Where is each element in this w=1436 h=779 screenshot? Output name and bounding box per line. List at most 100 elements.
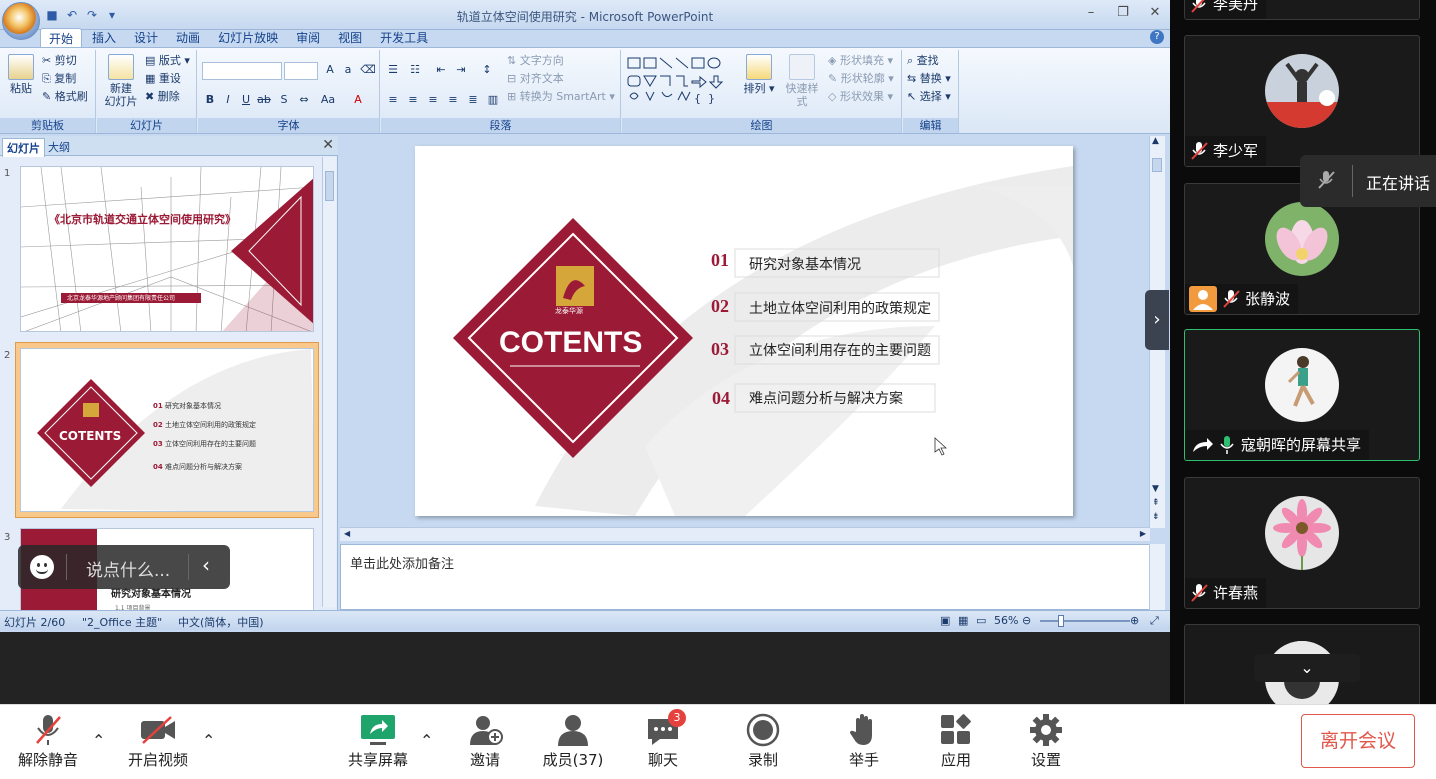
align-right-icon[interactable]: ≡ <box>425 92 441 108</box>
shrink-font-icon[interactable]: a <box>340 62 356 78</box>
tab-home[interactable]: 开始 <box>40 28 83 48</box>
line-spacing-icon[interactable]: ↕ <box>479 62 495 78</box>
tab-slides[interactable]: 幻灯片 <box>2 138 45 157</box>
reset-button[interactable]: ▦ 重设 <box>145 72 181 86</box>
font-color-icon[interactable]: A <box>350 92 366 108</box>
fit-window-icon[interactable]: ⤢ <box>1150 614 1159 628</box>
video-options-caret[interactable]: ⌃ <box>202 731 215 750</box>
align-center-icon[interactable]: ≡ <box>405 92 421 108</box>
slide-heading[interactable]: COTENTS <box>499 326 642 360</box>
panel-scrollbar[interactable] <box>322 157 336 607</box>
copy-button[interactable]: ⎘ 复制 <box>42 72 76 86</box>
restore-button[interactable]: ❐ <box>1114 4 1132 22</box>
raise-hand-button[interactable]: 举手 <box>824 711 904 770</box>
delete-slide-button[interactable]: ✖ 删除 <box>145 90 180 104</box>
clear-format-icon[interactable]: ⌫ <box>360 62 376 78</box>
change-case-icon[interactable]: Aa <box>320 92 336 108</box>
participant-tile-active[interactable]: 寇朝晖的屏幕共享 <box>1184 329 1420 461</box>
share-options-caret[interactable]: ⌃ <box>420 731 433 750</box>
shape-effects-button[interactable]: ◇ 形状效果 ▾ <box>828 90 893 104</box>
char-spacing-icon[interactable]: ⇔ <box>296 92 312 108</box>
shape-outline-button[interactable]: ✎ 形状轮廓 ▾ <box>828 72 894 86</box>
previous-slide-icon[interactable]: ⇞ <box>1152 498 1160 508</box>
decrease-indent-icon[interactable]: ⇤ <box>433 62 449 78</box>
participant-tile[interactable]: 许春燕 <box>1184 477 1420 609</box>
next-slide-icon[interactable]: ⇟ <box>1152 512 1160 522</box>
distribute-icon[interactable]: ≣ <box>465 92 481 108</box>
collapse-sidebar-button[interactable]: › <box>1145 290 1169 350</box>
chat-input-overlay[interactable]: 说点什么... ‹ <box>18 545 230 589</box>
tab-slideshow[interactable]: 幻灯片放映 <box>210 28 286 48</box>
emoji-icon[interactable] <box>30 555 54 579</box>
font-family-box[interactable] <box>202 62 282 80</box>
help-icon[interactable]: ? <box>1150 30 1164 44</box>
numbering-icon[interactable]: ☷ <box>407 62 423 78</box>
tab-review[interactable]: 审阅 <box>288 28 328 48</box>
columns-icon[interactable]: ▥ <box>485 92 501 108</box>
chevron-left-icon[interactable]: ‹ <box>202 553 210 577</box>
tab-outline[interactable]: 大纲 <box>44 138 74 156</box>
font-size-box[interactable] <box>284 62 318 80</box>
find-button[interactable]: ⌕ 查找 <box>907 54 939 68</box>
close-button[interactable]: ✕ <box>1146 4 1164 22</box>
underline-icon[interactable]: U <box>238 92 254 108</box>
zoom-in-icon[interactable]: ⊕ <box>1130 614 1139 627</box>
scroll-up-icon[interactable]: ▲ <box>1152 136 1159 146</box>
contents-item[interactable]: 难点问题分析与解决方案 <box>749 388 903 408</box>
participant-tile[interactable]: 李少军 <box>1184 35 1420 167</box>
contents-item[interactable]: 土地立体空间利用的政策规定 <box>749 298 931 318</box>
unmute-button[interactable]: 解除静音 <box>8 711 88 770</box>
text-direction-button[interactable]: ⇅ 文字方向 <box>507 54 564 68</box>
participant-tile[interactable]: 李美丹 <box>1184 0 1420 20</box>
align-text-button[interactable]: ⊟ 对齐文本 <box>507 72 564 86</box>
start-video-button[interactable]: 开启视频 <box>118 711 198 770</box>
paste-button[interactable]: 粘贴 <box>4 54 38 95</box>
tab-animations[interactable]: 动画 <box>168 28 208 48</box>
format-painter-button[interactable]: ✎ 格式刷 <box>42 90 88 104</box>
zoom-level[interactable]: 56% <box>994 614 1018 627</box>
minimize-button[interactable]: – <box>1082 4 1100 22</box>
slide-sorter-icon[interactable]: ▦ <box>958 614 968 627</box>
current-slide[interactable]: 龙泰华源 COTENTS 01 研究对象基本情况 02 土地立体空间利用的政策规… <box>415 146 1073 516</box>
settings-button[interactable]: 设置 <box>1006 711 1086 770</box>
convert-smartart-button[interactable]: ⊞ 转换为 SmartArt ▾ <box>507 90 615 104</box>
layout-button[interactable]: ▤ 版式 ▾ <box>145 54 190 68</box>
contents-item[interactable]: 研究对象基本情况 <box>749 254 861 274</box>
record-button[interactable]: 录制 <box>723 711 803 770</box>
strikethrough-icon[interactable]: ab <box>256 92 272 108</box>
scroll-thumb[interactable] <box>325 171 334 201</box>
apps-button[interactable]: 应用 <box>916 711 996 770</box>
select-button[interactable]: ↖ 选择 ▾ <box>907 90 951 104</box>
scroll-down-icon[interactable]: ▼ <box>1152 484 1159 494</box>
quick-styles-button[interactable]: 快速样式 <box>782 54 822 108</box>
scroll-left-icon[interactable]: ◀ <box>344 529 350 538</box>
chevron-down-icon[interactable]: ⌄ <box>1254 654 1360 682</box>
members-button[interactable]: 成员(37) <box>533 711 613 770</box>
zoom-slider[interactable] <box>1040 620 1130 622</box>
italic-icon[interactable]: I <box>220 92 236 108</box>
slide-thumbnail-1[interactable]: 《北京市轨道交通立体空间使用研究》 北京龙泰华源地产顾问集团有限责任公司 <box>20 166 314 332</box>
cut-button[interactable]: ✂ 剪切 <box>42 54 77 68</box>
zoom-slider-thumb[interactable] <box>1058 615 1064 627</box>
slideshow-view-icon[interactable]: ▭ <box>976 614 986 627</box>
arrange-button[interactable]: 排列 ▾ <box>742 54 776 95</box>
leave-meeting-button[interactable]: 离开会议 <box>1301 714 1415 768</box>
scroll-thumb[interactable] <box>1152 158 1162 172</box>
normal-view-icon[interactable]: ▣ <box>940 614 950 627</box>
justify-icon[interactable]: ≡ <box>445 92 461 108</box>
zoom-out-icon[interactable]: ⊖ <box>1022 614 1031 627</box>
shape-fill-button[interactable]: ◈ 形状填充 ▾ <box>828 54 893 68</box>
shapes-gallery[interactable]: {} <box>626 56 734 106</box>
chat-button[interactable]: 聊天 3 <box>623 709 703 770</box>
tab-design[interactable]: 设计 <box>126 28 166 48</box>
close-panel-icon[interactable]: ✕ <box>322 137 334 153</box>
replace-button[interactable]: ⇆ 替换 ▾ <box>907 72 951 86</box>
tab-developer[interactable]: 开发工具 <box>372 28 436 48</box>
grow-font-icon[interactable]: A <box>322 62 338 78</box>
notes-pane[interactable]: 单击此处添加备注 <box>340 544 1150 610</box>
tab-view[interactable]: 视图 <box>330 28 370 48</box>
increase-indent-icon[interactable]: ⇥ <box>453 62 469 78</box>
bullets-icon[interactable]: ☰ <box>385 62 401 78</box>
invite-button[interactable]: 邀请 <box>445 711 525 770</box>
shadow-icon[interactable]: S <box>276 92 292 108</box>
